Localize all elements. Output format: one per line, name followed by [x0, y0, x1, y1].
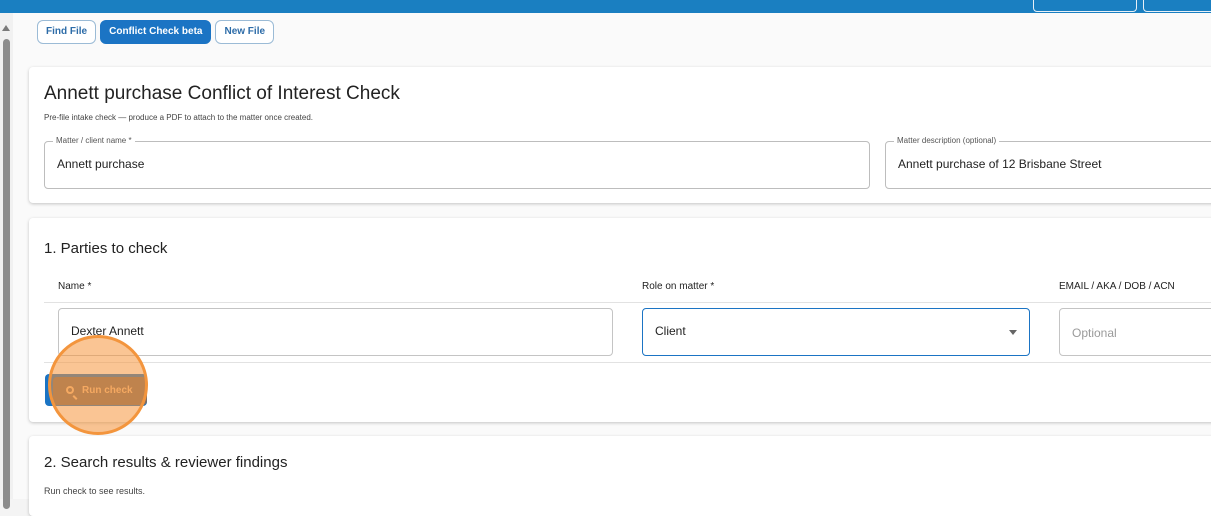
results-card: 2. Search results & reviewer findings Ru… [29, 436, 1211, 516]
party-email-input[interactable]: Optional [1059, 308, 1211, 356]
column-header-email: EMAIL / AKA / DOB / ACN [1059, 281, 1175, 292]
matter-client-label: Matter / client name * [53, 136, 135, 146]
page-subtitle: Pre-file intake check — produce a PDF to… [44, 113, 314, 122]
matter-card: Annett purchase Conflict of Interest Che… [29, 67, 1211, 203]
page-title: Annett purchase Conflict of Interest Che… [44, 83, 400, 104]
run-check-label: Run check [82, 385, 133, 396]
party-role-value: Client [655, 324, 686, 338]
party-name-value: Dexter Annett [71, 324, 144, 338]
topbar-button[interactable] [1143, 0, 1211, 12]
main-content: Find File Conflict Check beta New File A… [13, 13, 1211, 516]
tab-find-file[interactable]: Find File [37, 20, 97, 44]
header-divider [44, 302, 1211, 303]
matter-client-field[interactable]: Matter / client name * Annett purchase [44, 136, 870, 189]
tab-conflict-check[interactable]: Conflict Check beta [100, 20, 212, 44]
row-divider [44, 362, 1211, 363]
party-role-select[interactable]: Client [642, 308, 1030, 356]
topbar-button[interactable] [1033, 0, 1137, 12]
scrollbar-thumb[interactable] [3, 39, 10, 509]
tab-new-file[interactable]: New File [215, 20, 275, 44]
results-section-title: 2. Search results & reviewer findings [44, 454, 288, 471]
matter-description-field[interactable]: Matter description (optional) Annett pur… [885, 136, 1211, 189]
matter-description-value: Annett purchase of 12 Brisbane Street [898, 157, 1102, 171]
chevron-down-icon [1009, 330, 1017, 335]
column-header-name: Name * [58, 281, 92, 292]
parties-section-title: 1. Parties to check [44, 240, 168, 257]
matter-client-value: Annett purchase [57, 157, 145, 171]
run-check-button-face: Run check [53, 377, 147, 405]
search-icon [66, 386, 74, 394]
top-app-bar [0, 0, 1211, 13]
column-header-role: Role on matter * [642, 281, 715, 292]
nav-tabs: Find File Conflict Check beta New File [37, 20, 275, 44]
matter-description-label: Matter description (optional) [894, 136, 1000, 146]
party-email-placeholder: Optional [1072, 326, 1117, 340]
vertical-scrollbar[interactable] [0, 13, 13, 509]
results-empty-message: Run check to see results. [44, 486, 146, 496]
scroll-up-icon[interactable] [2, 25, 10, 31]
party-name-input[interactable]: Dexter Annett [58, 308, 613, 356]
parties-card: 1. Parties to check Name * Role on matte… [29, 218, 1211, 422]
run-check-button[interactable]: Run check [45, 374, 147, 406]
